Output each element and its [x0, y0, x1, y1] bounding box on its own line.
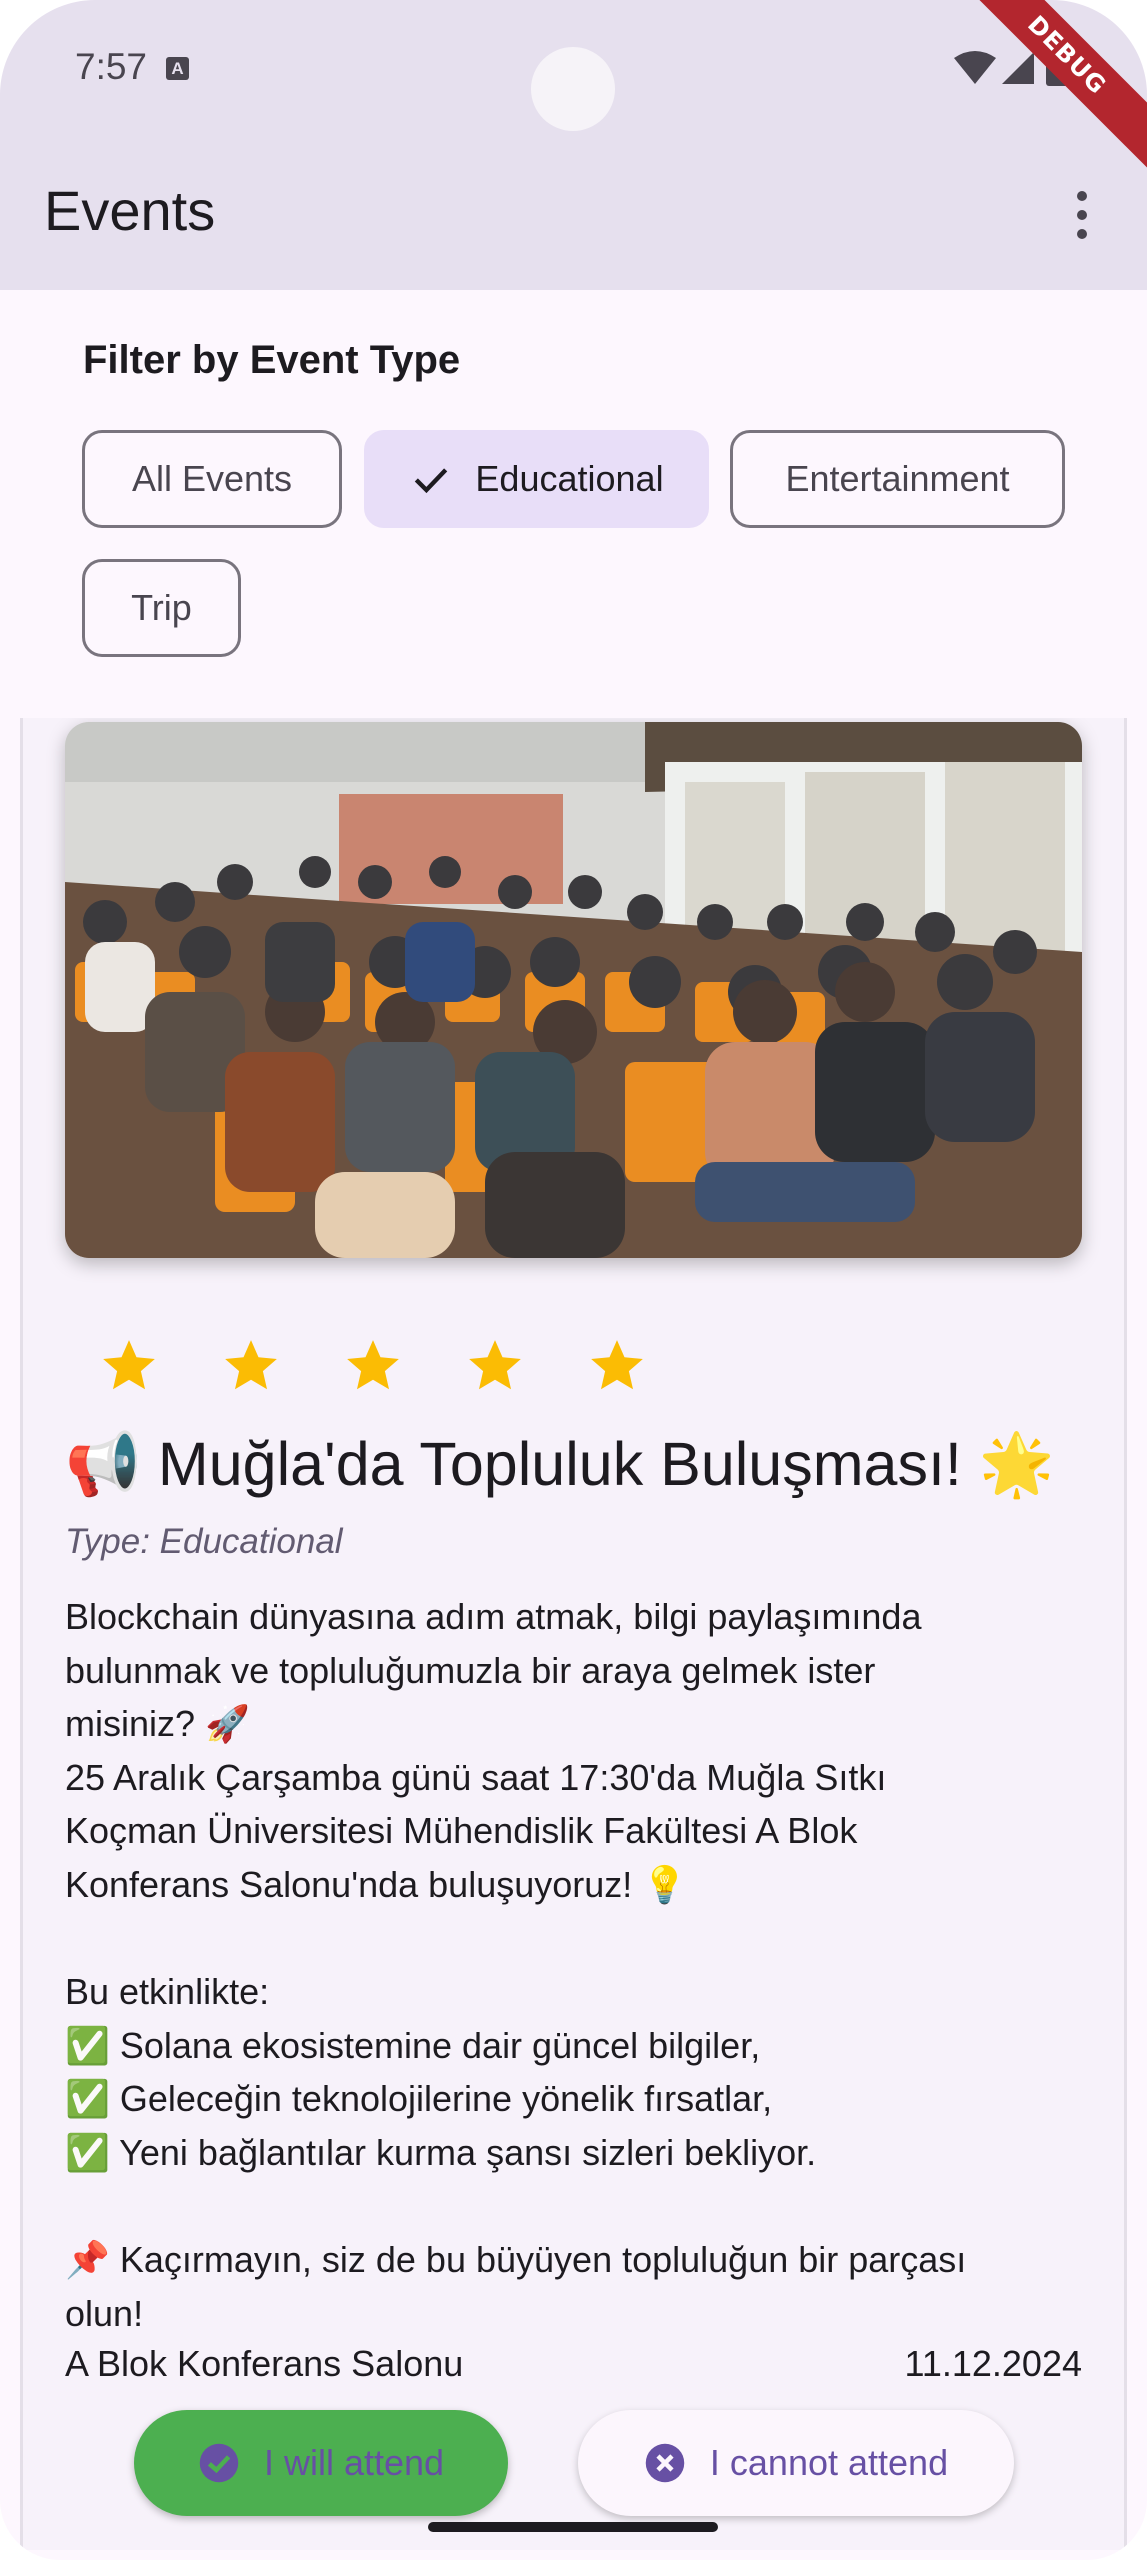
rating-stars	[98, 1335, 648, 1397]
star-icon	[347, 1340, 399, 1390]
event-description: Blockchain dünyasına adım atmak, bilgi p…	[65, 1596, 967, 2334]
filter-heading: Filter by Event Type	[83, 338, 461, 382]
attend-label: I will attend	[263, 2442, 445, 2483]
attend-button[interactable]: I will attend	[134, 2410, 508, 2516]
chip-educational[interactable]: Educational	[364, 430, 709, 528]
chip-label: Educational	[475, 458, 664, 499]
cannot-attend-button[interactable]: I cannot attend	[578, 2410, 1014, 2516]
signal-icon	[1002, 52, 1034, 84]
event-type: Type: Educational	[65, 1522, 343, 1561]
app-bar: 7:57 A DEBUG Events	[0, 0, 1147, 290]
page-title: Events	[44, 179, 216, 242]
more-vert-icon[interactable]	[1058, 185, 1106, 245]
cannot-attend-label: I cannot attend	[709, 2442, 949, 2483]
star-icon	[469, 1340, 521, 1390]
chip-all-events[interactable]: All Events	[82, 430, 342, 528]
camera-cutout	[531, 47, 615, 131]
event-date: 11.12.2024	[904, 2343, 1082, 2384]
chip-label: Trip	[131, 587, 192, 628]
screen: 7:57 A DEBUG Events Filter by Event Type…	[0, 0, 1147, 2560]
chip-label: All Events	[131, 458, 293, 499]
chip-label: Entertainment	[785, 458, 1010, 499]
star-icon	[103, 1340, 155, 1390]
check-icon	[415, 468, 448, 494]
status-time: 7:57	[75, 46, 148, 87]
star-icon	[591, 1340, 643, 1390]
check-circle-icon	[199, 2443, 239, 2483]
debug-banner: DEBUG	[944, 0, 1147, 178]
home-indicator[interactable]	[428, 2522, 718, 2532]
chip-entertainment[interactable]: Entertainment	[730, 430, 1065, 528]
event-location: A Blok Konferans Salonu	[65, 2343, 464, 2384]
star-icon	[225, 1340, 277, 1390]
chip-trip[interactable]: Trip	[82, 559, 241, 657]
event-title: 📢 Muğla'da Topluluk Buluşması! 🌟	[65, 1430, 1055, 1498]
cancel-icon	[645, 2443, 685, 2483]
filter-panel: Filter by Event Type All Events Educatio…	[0, 290, 1147, 718]
event-photo	[65, 722, 1082, 1258]
notification-icon: A	[166, 57, 189, 80]
wifi-icon	[954, 51, 996, 84]
